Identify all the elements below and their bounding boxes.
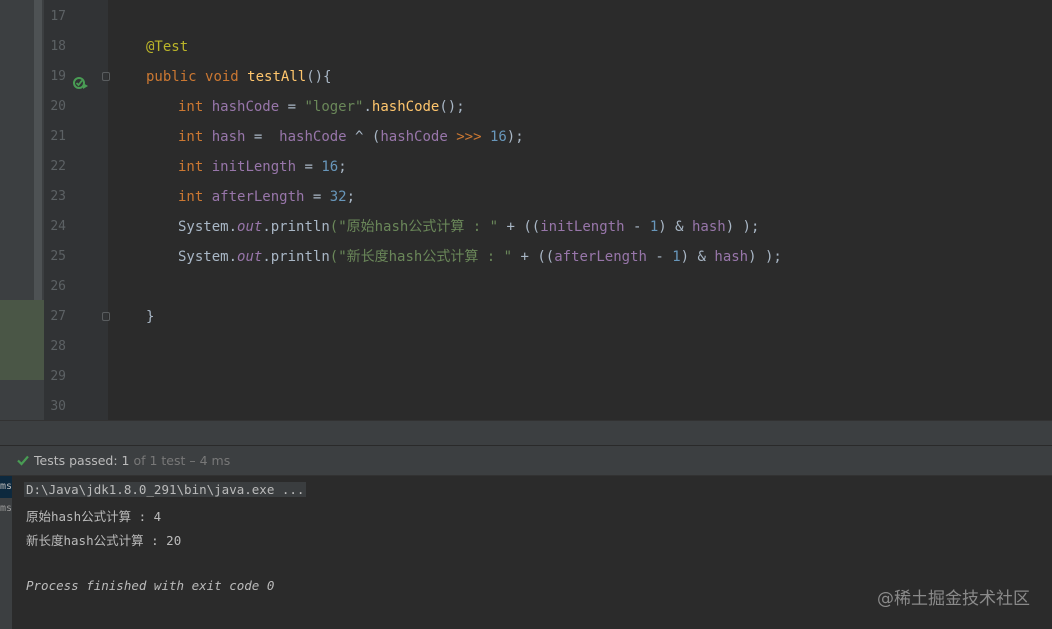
test-tree-edge: ms ms <box>0 476 12 629</box>
panel-splitter[interactable] <box>0 420 1052 446</box>
code-line-28: 28 <box>0 332 1052 362</box>
code-text: @Test <box>146 39 189 55</box>
line-number: 21 <box>50 129 66 144</box>
line-number: 19 <box>50 69 66 84</box>
line-number: 27 <box>50 309 66 324</box>
code-text: int hashCode = "loger".hashCode(); <box>178 99 465 115</box>
console-output-line: 原始hash公式计算 : 4 <box>26 509 162 524</box>
code-line-24: 24 System.out.println("原始hash公式计算 : " + … <box>0 212 1052 242</box>
code-text: int afterLength = 32; <box>178 189 356 205</box>
code-text: } <box>146 309 155 325</box>
test-tree-item-selected[interactable]: ms <box>0 476 12 498</box>
code-text: System.out.println("新长度hash公式计算 : " + ((… <box>178 249 782 265</box>
code-line-25: 25 System.out.println("新长度hash公式计算 : " +… <box>0 242 1052 272</box>
line-number: 26 <box>50 279 66 294</box>
test-status-bar: Tests passed: 1 of 1 test – 4 ms <box>0 446 1052 476</box>
code-line-26: 26 <box>0 272 1052 302</box>
code-line-30: 30 <box>0 392 1052 422</box>
line-number: 29 <box>50 369 66 384</box>
line-number: 22 <box>50 159 66 174</box>
line-number: 24 <box>50 219 66 234</box>
code-text: System.out.println("原始hash公式计算 : " + ((i… <box>178 219 760 235</box>
line-number: 25 <box>50 249 66 264</box>
code-text: int initLength = 16; <box>178 159 347 175</box>
code-line-21: 21 int hash = hashCode ^ (hashCode >>> 1… <box>0 122 1052 152</box>
line-number: 30 <box>50 399 66 414</box>
line-number: 28 <box>50 339 66 354</box>
fold-marker-icon[interactable] <box>102 312 110 321</box>
test-tree-item[interactable]: ms <box>0 498 12 520</box>
code-line-27: 27 } <box>0 302 1052 332</box>
code-text: int hash = hashCode ^ (hashCode >>> 16); <box>178 129 524 145</box>
line-number: 23 <box>50 189 66 204</box>
code-line-23: 23 int afterLength = 32; <box>0 182 1052 212</box>
code-line-18: 18 @Test <box>0 32 1052 62</box>
code-line-22: 22 int initLength = 16; <box>0 152 1052 182</box>
line-number: 17 <box>50 9 66 24</box>
line-number: 18 <box>50 39 66 54</box>
code-line-17: 17 <box>0 2 1052 32</box>
test-status-text: Tests passed: 1 of 1 test – 4 ms <box>34 453 231 468</box>
console-exit-line: Process finished with exit code 0 <box>26 578 275 593</box>
console-output-line: 新长度hash公式计算 : 20 <box>26 533 182 548</box>
line-number: 20 <box>50 99 66 114</box>
code-line-19: 19 public void testAll(){ <box>0 62 1052 92</box>
check-icon <box>16 453 30 467</box>
code-line-20: 20 int hashCode = "loger".hashCode(); <box>0 92 1052 122</box>
code-line-29: 29 <box>0 362 1052 392</box>
run-test-icon[interactable] <box>73 70 89 89</box>
console-command-line[interactable]: D:\Java\jdk1.8.0_291\bin\java.exe ... <box>24 482 307 497</box>
code-text: public void testAll(){ <box>146 69 332 85</box>
fold-marker-icon[interactable] <box>102 72 110 81</box>
watermark: @稀土掘金技术社区 <box>877 589 1030 609</box>
